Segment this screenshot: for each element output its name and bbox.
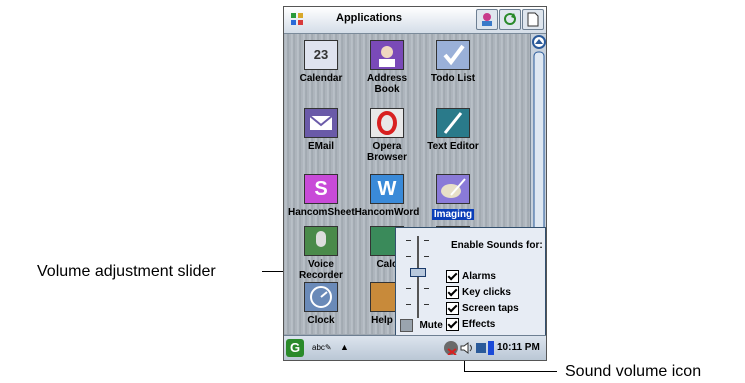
slider-tick bbox=[424, 256, 429, 257]
app-voice-recorder[interactable]: Voice Recorder bbox=[288, 226, 354, 281]
slider-tick bbox=[406, 240, 411, 241]
volume-slider-track bbox=[417, 236, 419, 318]
toolbar-person-button[interactable] bbox=[476, 9, 498, 30]
volume-popup: Enable Sounds for: Alarms Key clicks Scr… bbox=[395, 227, 546, 338]
checkbox-check-icon bbox=[446, 286, 459, 300]
app-email[interactable]: EMail bbox=[288, 108, 354, 152]
app-calendar[interactable]: 23 Calendar bbox=[288, 40, 354, 84]
app-hancomword[interactable]: W HancomWord bbox=[354, 174, 420, 218]
checkbox-check-icon bbox=[446, 270, 459, 284]
slider-tick bbox=[406, 288, 411, 289]
input-method-icon[interactable]: abc✎ bbox=[312, 343, 332, 352]
keyboard-icon[interactable] bbox=[476, 343, 486, 353]
calendar-icon: 23 bbox=[304, 40, 338, 70]
slider-tick bbox=[424, 240, 429, 241]
title-bar: Applications bbox=[284, 7, 546, 34]
sound-volume-icon[interactable] bbox=[460, 341, 474, 355]
slider-tick bbox=[424, 288, 429, 289]
volume-slider-thumb[interactable] bbox=[410, 268, 426, 277]
applications-icon[interactable] bbox=[290, 12, 304, 26]
app-clock[interactable]: Clock bbox=[288, 282, 354, 326]
voice-recorder-icon bbox=[304, 226, 338, 256]
app-imaging[interactable]: Imaging bbox=[420, 174, 486, 222]
start-button[interactable]: G bbox=[286, 339, 304, 357]
taskbar-up-arrow-icon[interactable]: ▲ bbox=[340, 342, 349, 352]
app-opera-browser[interactable]: Opera Browser bbox=[354, 108, 420, 163]
callout-volume-slider: Volume adjustment slider bbox=[37, 263, 216, 280]
hancomsheet-icon: S bbox=[304, 174, 338, 204]
opera-browser-icon bbox=[370, 108, 404, 138]
app-text-editor[interactable]: Text Editor bbox=[420, 108, 486, 152]
email-icon bbox=[304, 108, 338, 138]
hancomword-icon: W bbox=[370, 174, 404, 204]
slider-tick bbox=[424, 304, 429, 305]
screen-taps-checkbox[interactable]: Screen taps bbox=[446, 300, 519, 316]
text-editor-icon bbox=[436, 108, 470, 138]
key-clicks-checkbox[interactable]: Key clicks bbox=[446, 284, 511, 300]
todo-list-icon bbox=[436, 40, 470, 70]
checkbox-check-icon bbox=[446, 318, 459, 332]
enable-sounds-label: Enable Sounds for: bbox=[451, 240, 543, 251]
mute-checkbox[interactable]: Mute bbox=[400, 317, 443, 335]
toolbar-refresh-button[interactable] bbox=[499, 9, 521, 30]
app-todo-list[interactable]: Todo List bbox=[420, 40, 486, 84]
network-status-icon[interactable] bbox=[444, 341, 458, 356]
slider-tick bbox=[406, 304, 411, 305]
callout-sound-icon: Sound volume icon bbox=[565, 363, 702, 380]
clock-icon bbox=[304, 282, 338, 312]
app-address-book[interactable]: Address Book bbox=[354, 40, 420, 95]
app-hancomsheet[interactable]: S HancomSheet bbox=[288, 174, 355, 218]
taskbar-clock[interactable]: 10:11 PM bbox=[497, 342, 540, 353]
battery-icon bbox=[488, 341, 494, 355]
checkbox-check-icon bbox=[446, 302, 459, 316]
address-book-icon bbox=[370, 40, 404, 70]
effects-checkbox[interactable]: Effects bbox=[446, 316, 495, 332]
taskbar: G abc✎ ▲ 10:11 PM bbox=[284, 335, 546, 360]
callout-line-sound-h bbox=[464, 371, 557, 372]
imaging-icon bbox=[436, 174, 470, 204]
alarms-checkbox[interactable]: Alarms bbox=[446, 268, 496, 284]
page-title: Applications bbox=[336, 12, 403, 24]
toolbar-document-button[interactable] bbox=[522, 9, 544, 30]
device-screen: Applications 23 Calendar Address Book To… bbox=[283, 6, 547, 361]
slider-tick bbox=[406, 256, 411, 257]
